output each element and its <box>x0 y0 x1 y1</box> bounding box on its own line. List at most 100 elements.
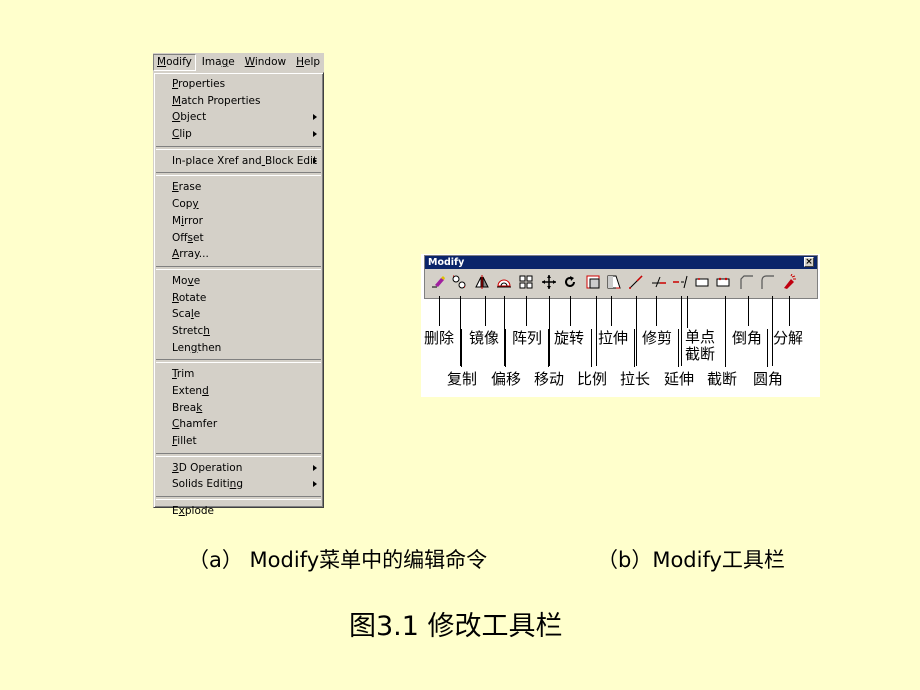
menu-item-label: Erase <box>172 181 202 194</box>
menu-separator <box>156 265 321 270</box>
menu-item-scale[interactable]: Scale <box>154 306 323 323</box>
leader-line <box>591 329 592 367</box>
menu-item-label: In-place Xref and Block Edit <box>172 154 318 167</box>
modify-menu-screenshot: Modify Image Window Help Properties Match Pr… <box>153 53 324 517</box>
tool-label: 移动 <box>534 370 565 388</box>
submenu-arrow-icon <box>313 481 317 488</box>
menu-item-object[interactable]: Object <box>154 109 323 126</box>
leader-line <box>439 296 440 326</box>
break-at-point-icon[interactable] <box>694 274 710 290</box>
menu-item-label: Lengthen <box>172 341 222 354</box>
menu-item-label: Clip <box>172 128 192 141</box>
tool-label: 分解 <box>773 329 804 347</box>
move-icon[interactable] <box>541 274 557 290</box>
menu-separator <box>156 496 321 501</box>
menu-item-explode[interactable]: Explode <box>154 503 323 520</box>
leader-line <box>596 296 597 366</box>
menubar-help[interactable]: Help <box>292 54 324 71</box>
figure-title: 图3.1 修改工具栏 <box>349 611 563 642</box>
tool-label: 延伸 <box>664 370 695 388</box>
tool-label: 复制 <box>447 370 478 388</box>
menu-item-erase[interactable]: Erase <box>154 179 323 196</box>
scale-icon[interactable] <box>585 274 601 290</box>
menu-separator <box>156 452 321 457</box>
menu-item-label: Trim <box>172 368 195 381</box>
tool-label: 截断 <box>707 370 738 388</box>
menu-item-lengthen[interactable]: Lengthen <box>154 340 323 357</box>
menu-item-label: Break <box>172 401 203 414</box>
menu-separator <box>156 145 321 150</box>
menu-item-stretch[interactable]: Stretch <box>154 323 323 340</box>
menu-item-match-properties[interactable]: Match Properties <box>154 93 323 110</box>
menu-item-label: Array... <box>172 248 209 261</box>
menu-item-fillet[interactable]: Fillet <box>154 433 323 450</box>
leader-line <box>526 296 527 326</box>
tool-label: 拉长 <box>620 370 651 388</box>
leader-line <box>611 296 612 326</box>
copy-icon[interactable] <box>451 274 467 290</box>
toolbar-title-bar[interactable]: Modify × <box>425 256 817 269</box>
menubar-modify[interactable]: Modify <box>153 54 196 71</box>
offset-icon[interactable] <box>496 274 512 290</box>
leader-line <box>681 296 682 366</box>
rotate-icon[interactable] <box>562 274 578 290</box>
modify-dropdown-menu: Properties Match Properties Object Clip In-p… <box>153 72 324 517</box>
menu-item-label: Stretch <box>172 324 210 337</box>
menu-item-label: Chamfer <box>172 418 218 431</box>
extend-icon[interactable] <box>672 274 688 290</box>
close-icon[interactable]: × <box>804 257 814 267</box>
erase-icon[interactable] <box>430 274 446 290</box>
stretch-icon[interactable] <box>606 274 622 290</box>
submenu-arrow-icon <box>313 464 317 471</box>
menu-item-label: Mirror <box>172 214 203 227</box>
menu-item-label: Extend <box>172 385 209 397</box>
tool-label: 圆角 <box>753 370 784 388</box>
toolbar-title: Modify <box>428 257 465 268</box>
menu-item-copy[interactable]: Copy <box>154 196 323 213</box>
leader-line <box>548 329 549 367</box>
tool-label: 修剪 <box>642 329 673 347</box>
menu-item-label: Rotate <box>172 291 207 304</box>
fillet-icon[interactable] <box>759 274 775 290</box>
menu-item-extend[interactable]: Extend <box>154 383 323 400</box>
menu-item-trim[interactable]: Trim <box>154 366 323 383</box>
tool-label: 单点截断 <box>685 328 716 363</box>
menubar-window[interactable]: Window <box>241 54 290 71</box>
leader-line <box>549 296 550 366</box>
menu-item-properties[interactable]: Properties <box>154 76 323 93</box>
array-icon[interactable] <box>518 274 534 290</box>
tool-label: 删除 <box>424 329 455 347</box>
chamfer-icon[interactable] <box>738 274 754 290</box>
menu-item-solids-editing[interactable]: Solids Editing <box>154 476 323 493</box>
break-icon[interactable] <box>715 274 731 290</box>
menu-item-rotate[interactable]: Rotate <box>154 290 323 307</box>
menu-item-label: 3D Operation <box>172 461 243 474</box>
menubar-image[interactable]: Image <box>198 54 239 71</box>
explode-icon[interactable] <box>781 274 797 290</box>
toolbar-icon-row <box>425 269 817 295</box>
menu-item-array[interactable]: Array... <box>154 246 323 263</box>
menu-item-label: Copy <box>172 198 199 211</box>
submenu-arrow-icon <box>313 157 317 164</box>
menu-item-label: Explode <box>172 505 214 518</box>
menu-item-label: Properties <box>172 78 226 90</box>
leader-line <box>767 329 768 367</box>
menu-item-label: Match Properties <box>172 94 261 107</box>
menu-item-label: Offset <box>172 231 204 244</box>
modify-toolbar-figure: Modify × 删除 复制 镜像 偏移 阵列 移动 旋转 比例 拉伸 拉长 修剪 延伸 单点截断 截断 倒… <box>421 254 820 397</box>
menu-item-chamfer[interactable]: Chamfer <box>154 416 323 433</box>
trim-icon[interactable] <box>651 274 667 290</box>
menu-item-clip[interactable]: Clip <box>154 126 323 143</box>
menu-item-break[interactable]: Break <box>154 400 323 417</box>
menu-item-offset[interactable]: Offset <box>154 230 323 247</box>
leader-line <box>505 329 506 367</box>
menu-item-in-place-xref-and-block-edit[interactable]: In-place Xref and Block Edit <box>154 153 323 170</box>
lengthen-icon[interactable] <box>628 274 644 290</box>
leader-line <box>725 329 726 367</box>
mirror-icon[interactable] <box>474 274 490 290</box>
leader-line <box>748 296 749 326</box>
menu-item-3d-operation[interactable]: 3D Operation <box>154 460 323 477</box>
tool-label: 拉伸 <box>598 329 629 347</box>
menu-item-mirror[interactable]: Mirror <box>154 213 323 230</box>
menu-item-move[interactable]: Move <box>154 273 323 290</box>
